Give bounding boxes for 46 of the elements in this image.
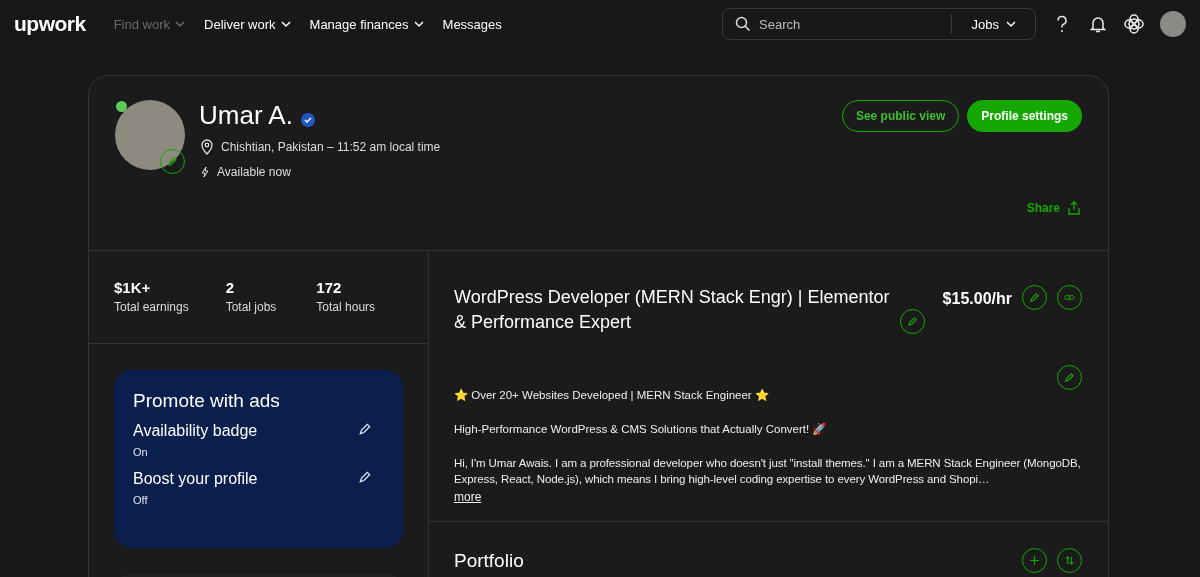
location-pin-icon [199,139,215,155]
stat-label: Total hours [316,300,377,314]
share-icon [1066,200,1082,216]
avatar[interactable] [1160,11,1186,37]
pencil-icon [1029,292,1040,303]
nav-link[interactable]: Manage finances [309,16,425,32]
location-text: Chishtian, Pakistan – 11:52 am local time [221,140,441,154]
stat-label: Total earnings [114,300,190,314]
logo[interactable]: upwork [14,12,86,36]
nav-link[interactable]: Messages [442,16,502,32]
stat-value: 172 [316,279,343,296]
plus-icon [1029,555,1040,566]
profile-headline: WordPress Developer (MERN Stack Engr) | Elementor & Performance Expert [454,286,891,334]
pencil-icon[interactable] [358,422,372,436]
setting-label: Availability badge [133,422,258,440]
bio-paragraph: ⭐ Over 20+ Websites Developed | MERN Stack Engineer ⭐ [454,388,770,403]
profile-photo-placeholder [115,100,185,170]
promo-title: Promote with ads [133,390,281,412]
stat-value: $1K+ [114,279,152,296]
pencil-icon [1064,372,1075,383]
flower-icon[interactable] [1124,14,1144,34]
setting-value: On [133,446,149,458]
sort-arrows-icon [1064,555,1075,566]
section-title: Portfolio [454,549,525,572]
bio-paragraph: High-Performance WordPress & CMS Solutions that Actually Convert! 🚀 [454,422,828,437]
lightning-icon [199,166,211,178]
more-link[interactable]: more [454,490,482,504]
profile-name: Umar A. [199,100,293,131]
bell-icon[interactable] [1088,14,1108,34]
share-link[interactable]: Share [1026,200,1082,216]
chevron-icon [1005,18,1017,30]
pencil-icon [167,156,178,167]
search-icon [735,16,751,32]
search-scope-dropdown[interactable]: Jobs [965,15,1023,33]
availability-text: Available now [217,165,291,179]
pencil-icon[interactable] [358,470,372,484]
search-field[interactable]: Search Jobs [722,8,1036,40]
link-icon [1064,292,1075,303]
setting-value: Off [133,494,149,506]
bio-paragraph: Hi, I'm Umar Awais. I am a professional developer who doesn't just "install themes." I am a MERN Stack Engineer (MongoDB, Express, React, Node.js), which means I bring high-level coding expertise to every WordPress and Shopi… [454,456,1082,487]
hourly-rate: $15.00/hr [942,290,1012,308]
setting-label: Boost your profile [133,470,258,488]
stat-label: Total jobs [225,300,278,314]
stat-value: 2 [225,279,235,296]
nav-link[interactable]: Deliver work [204,16,292,32]
pencil-icon [907,316,918,327]
